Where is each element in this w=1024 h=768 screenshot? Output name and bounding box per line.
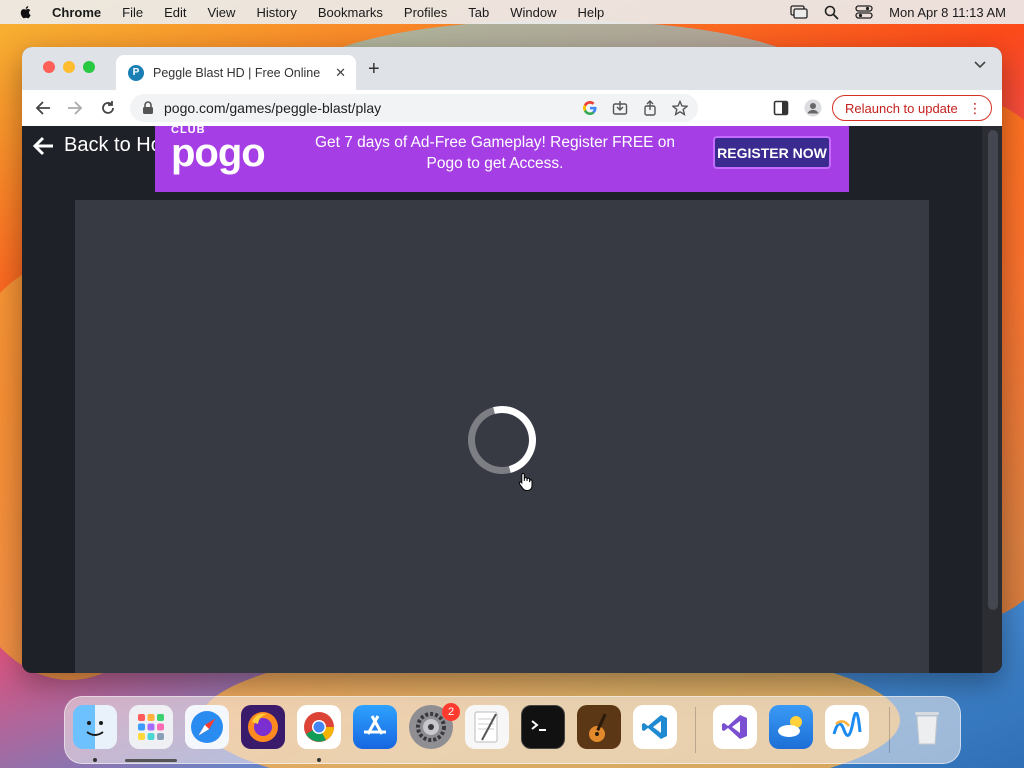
install-app-icon[interactable] xyxy=(612,100,628,116)
menu-history[interactable]: History xyxy=(256,5,296,20)
back-arrow-icon xyxy=(32,136,53,155)
chrome-icon[interactable] xyxy=(297,705,341,749)
menu-view[interactable]: View xyxy=(207,5,235,20)
launchpad-indicator xyxy=(125,759,177,762)
club-pogo-logo: CLUB pogo xyxy=(171,124,266,175)
share-icon[interactable] xyxy=(642,100,658,116)
trash-icon[interactable] xyxy=(905,705,949,749)
chrome-menu-icon[interactable]: ⋮ xyxy=(968,100,982,117)
page-scrollbar[interactable] xyxy=(982,126,1002,673)
freeform-icon[interactable] xyxy=(825,705,869,749)
profile-avatar-icon[interactable] xyxy=(804,99,822,117)
tab-strip: P Peggle Blast HD | Free Online Game ✕ + xyxy=(22,47,1002,90)
terminal-icon[interactable] xyxy=(521,705,565,749)
reload-icon xyxy=(102,101,114,114)
screen-mirroring-icon[interactable] xyxy=(790,5,808,19)
menu-file[interactable]: File xyxy=(122,5,143,20)
window-close-button[interactable] xyxy=(43,61,55,73)
menu-help[interactable]: Help xyxy=(578,5,605,20)
apple-icon[interactable] xyxy=(18,4,34,20)
finder-icon[interactable] xyxy=(73,705,117,749)
lock-icon[interactable] xyxy=(142,101,154,115)
bookmark-star-icon[interactable] xyxy=(672,100,688,116)
app-store-icon[interactable] xyxy=(353,705,397,749)
tab-search-chevron-icon[interactable] xyxy=(974,61,986,69)
browser-toolbar: pogo.com/games/peggle-blast/play Relaunc… xyxy=(22,90,1002,126)
vscode-icon[interactable] xyxy=(633,705,677,749)
dock-separator xyxy=(695,707,696,753)
visual-studio-icon[interactable] xyxy=(713,705,757,749)
weather-icon[interactable] xyxy=(769,705,813,749)
tab-peggle-blast[interactable]: P Peggle Blast HD | Free Online Game ✕ xyxy=(116,55,356,90)
menu-edit[interactable]: Edit xyxy=(164,5,186,20)
side-panel-icon[interactable] xyxy=(773,100,789,116)
menu-tab[interactable]: Tab xyxy=(468,5,489,20)
forward-arrow-icon xyxy=(68,101,83,115)
tab-close-icon[interactable]: ✕ xyxy=(335,65,346,81)
menu-bookmarks[interactable]: Bookmarks xyxy=(318,5,383,20)
url-text[interactable]: pogo.com/games/peggle-blast/play xyxy=(164,100,381,116)
page-content: Back to Home CLUB pogo Get 7 days of Ad-… xyxy=(22,124,1002,673)
menu-bar: Chrome File Edit View History Bookmarks … xyxy=(0,0,1024,24)
register-now-button[interactable]: REGISTER NOW xyxy=(713,136,831,169)
google-icon[interactable] xyxy=(582,100,598,116)
menu-profiles[interactable]: Profiles xyxy=(404,5,447,20)
hand-cursor-icon xyxy=(518,472,533,491)
scrollbar-thumb[interactable] xyxy=(988,130,998,610)
spotlight-search-icon[interactable] xyxy=(824,5,839,20)
address-bar[interactable]: pogo.com/games/peggle-blast/play xyxy=(130,94,698,122)
menu-window[interactable]: Window xyxy=(510,5,556,20)
chrome-window: P Peggle Blast HD | Free Online Game ✕ +… xyxy=(22,47,1002,673)
garageband-icon[interactable] xyxy=(577,705,621,749)
back-arrow-icon xyxy=(35,101,50,115)
new-tab-button[interactable]: + xyxy=(368,58,380,81)
dock-separator-trash xyxy=(889,707,890,753)
control-center-icon[interactable] xyxy=(855,5,873,19)
reload-button[interactable] xyxy=(98,98,118,118)
settings-notification-badge: 2 xyxy=(442,703,460,721)
relaunch-to-update-button[interactable]: Relaunch to update ⋮ xyxy=(832,95,992,121)
club-pogo-ad-banner[interactable]: CLUB pogo Get 7 days of Ad-Free Gameplay… xyxy=(155,124,849,192)
forward-button[interactable] xyxy=(65,98,85,118)
chrome-running-indicator xyxy=(317,758,321,762)
launchpad-icon[interactable] xyxy=(129,705,173,749)
window-minimize-button[interactable] xyxy=(63,61,75,73)
safari-icon[interactable] xyxy=(185,705,229,749)
finder-running-indicator xyxy=(93,758,97,762)
firefox-icon[interactable] xyxy=(241,705,285,749)
tab-title: Peggle Blast HD | Free Online Game xyxy=(153,65,323,80)
relaunch-label: Relaunch to update xyxy=(845,100,958,116)
menubar-clock[interactable]: Mon Apr 8 11:13 AM xyxy=(889,5,1006,20)
window-zoom-button[interactable] xyxy=(83,61,95,73)
dock: 2 xyxy=(64,696,961,764)
textedit-icon[interactable] xyxy=(465,705,509,749)
game-canvas[interactable] xyxy=(75,200,929,673)
loading-spinner-icon xyxy=(455,393,549,487)
menu-app-chrome[interactable]: Chrome xyxy=(52,5,101,20)
banner-message: Get 7 days of Ad-Free Gameplay! Register… xyxy=(314,134,676,172)
back-button[interactable] xyxy=(33,98,53,118)
pogo-favicon-icon: P xyxy=(128,64,144,81)
